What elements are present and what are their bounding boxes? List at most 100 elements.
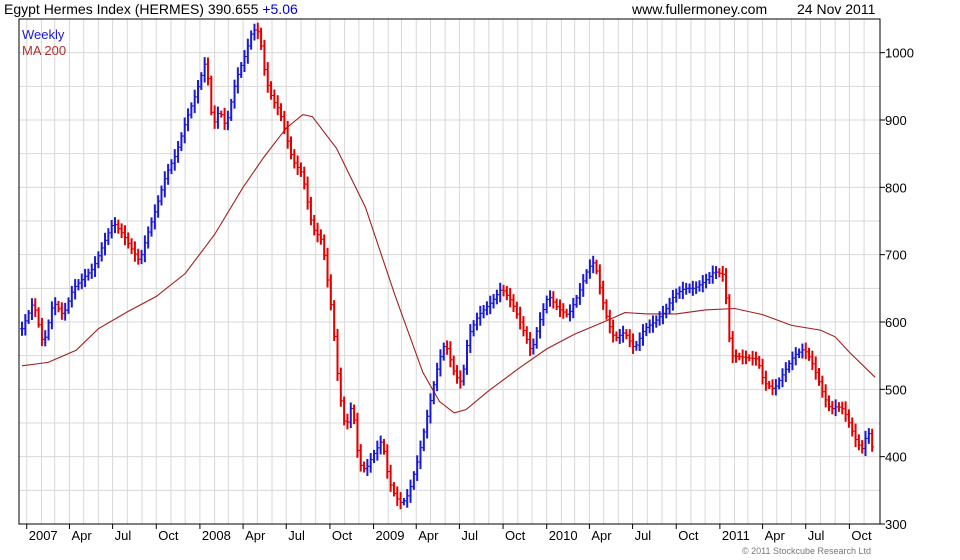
y-tick-label: 300: [885, 517, 907, 532]
weekly-bar: [710, 265, 715, 284]
y-tick-label: 500: [885, 382, 907, 397]
weekly-bar: [787, 360, 792, 373]
weekly-bar: [810, 350, 815, 370]
weekly-bar: [720, 265, 725, 282]
weekly-bar: [149, 217, 154, 237]
weekly-bar: [670, 289, 675, 311]
weekly-bar: [584, 269, 589, 284]
weekly-bar: [455, 365, 460, 384]
weekly-bar: [843, 401, 848, 422]
x-tick-label: 2007: [29, 528, 58, 543]
weekly-bar: [650, 315, 655, 333]
x-tick-label: Apr: [765, 528, 786, 543]
x-tick-label: Jul: [635, 528, 652, 543]
weekly-bar: [777, 377, 782, 390]
y-tick-label: 600: [885, 315, 907, 330]
weekly-bar: [491, 294, 496, 309]
weekly-bar: [591, 255, 596, 274]
weekly-bar: [49, 301, 54, 330]
weekly-bar: [694, 281, 699, 295]
weekly-bar: [830, 400, 835, 415]
y-tick-label: 900: [885, 113, 907, 128]
weekly-bar: [29, 298, 34, 320]
x-tick-label: Apr: [418, 528, 439, 543]
weekly-bar: [202, 57, 207, 83]
weekly-bar: [332, 300, 337, 342]
weekly-bar: [554, 298, 559, 311]
weekly-bar: [498, 282, 503, 303]
weekly-bar: [352, 404, 357, 425]
weekly-bar: [534, 327, 539, 349]
weekly-bar: [767, 380, 772, 390]
weekly-bar: [362, 461, 367, 473]
weekly-bar: [597, 264, 602, 295]
weekly-bar: [577, 282, 582, 305]
weekly-bar: [478, 305, 483, 326]
x-tick-label: Apr: [245, 528, 266, 543]
weekly-bar: [707, 271, 712, 285]
weekly-bar: [634, 340, 639, 351]
weekly-bar: [132, 241, 137, 262]
weekly-bar: [807, 347, 812, 361]
weekly-bar: [833, 399, 838, 417]
weekly-bar: [401, 497, 406, 506]
weekly-bar: [395, 486, 400, 506]
x-tick-label: Oct: [505, 528, 526, 543]
x-tick-label: 2009: [376, 528, 405, 543]
weekly-bar: [674, 288, 679, 303]
weekly-bar: [551, 291, 556, 309]
weekly-bar: [59, 302, 64, 320]
weekly-bar: [205, 57, 210, 86]
weekly-bar: [99, 242, 104, 262]
weekly-bar: [664, 303, 669, 319]
weekly-bar: [518, 306, 523, 330]
ma-200-layer: [21, 114, 876, 414]
weekly-bar: [621, 325, 626, 343]
weekly-bar: [63, 302, 68, 321]
weekly-bar: [667, 297, 672, 314]
weekly-bar: [763, 370, 768, 391]
weekly-bar: [279, 103, 284, 122]
weekly-bar: [408, 479, 413, 503]
weekly-bar: [481, 304, 486, 319]
weekly-bar: [176, 140, 181, 163]
weekly-bar: [521, 316, 526, 337]
weekly-bar: [418, 440, 423, 470]
x-tick-label: Oct: [158, 528, 179, 543]
weekly-bar: [727, 294, 732, 343]
weekly-bar: [93, 256, 98, 278]
weekly-bar: [288, 136, 293, 160]
weekly-bar: [318, 229, 323, 245]
weekly-bar: [122, 225, 127, 246]
weekly-bar: [136, 248, 141, 265]
weekly-bar: [368, 453, 373, 473]
weekly-bar: [325, 247, 330, 288]
price-chart: 3004005006007008009001000 2007 Apr Jul Oct 2…: [18, 18, 914, 543]
weekly-bar: [262, 39, 267, 76]
weekly-bar: [388, 464, 393, 492]
weekly-bar: [252, 23, 257, 41]
legend-weekly: Weekly: [22, 27, 65, 42]
x-tick-label: 2010: [549, 528, 578, 543]
weekly-bar: [245, 38, 250, 64]
weekly-bar: [846, 409, 851, 428]
y-tick-label: 700: [885, 248, 907, 263]
weekly-bar: [209, 75, 214, 116]
weekly-bar: [235, 67, 240, 94]
weekly-bar: [601, 280, 606, 310]
weekly-bar: [249, 30, 254, 50]
weekly-bar: [73, 279, 78, 300]
weekly-bar: [275, 95, 280, 116]
weekly-bar: [96, 251, 101, 269]
weekly-bar: [587, 259, 592, 279]
weekly-bar: [219, 110, 224, 118]
weekly-bar: [146, 226, 151, 249]
weekly-bar: [826, 395, 831, 412]
weekly-bar: [215, 106, 220, 129]
weekly-bar: [169, 159, 174, 175]
weekly-bar: [435, 362, 440, 392]
weekly-bar: [631, 333, 636, 354]
weekly-bar: [142, 235, 147, 263]
y-tick-label: 1000: [885, 46, 914, 61]
weekly-bar: [700, 275, 705, 293]
